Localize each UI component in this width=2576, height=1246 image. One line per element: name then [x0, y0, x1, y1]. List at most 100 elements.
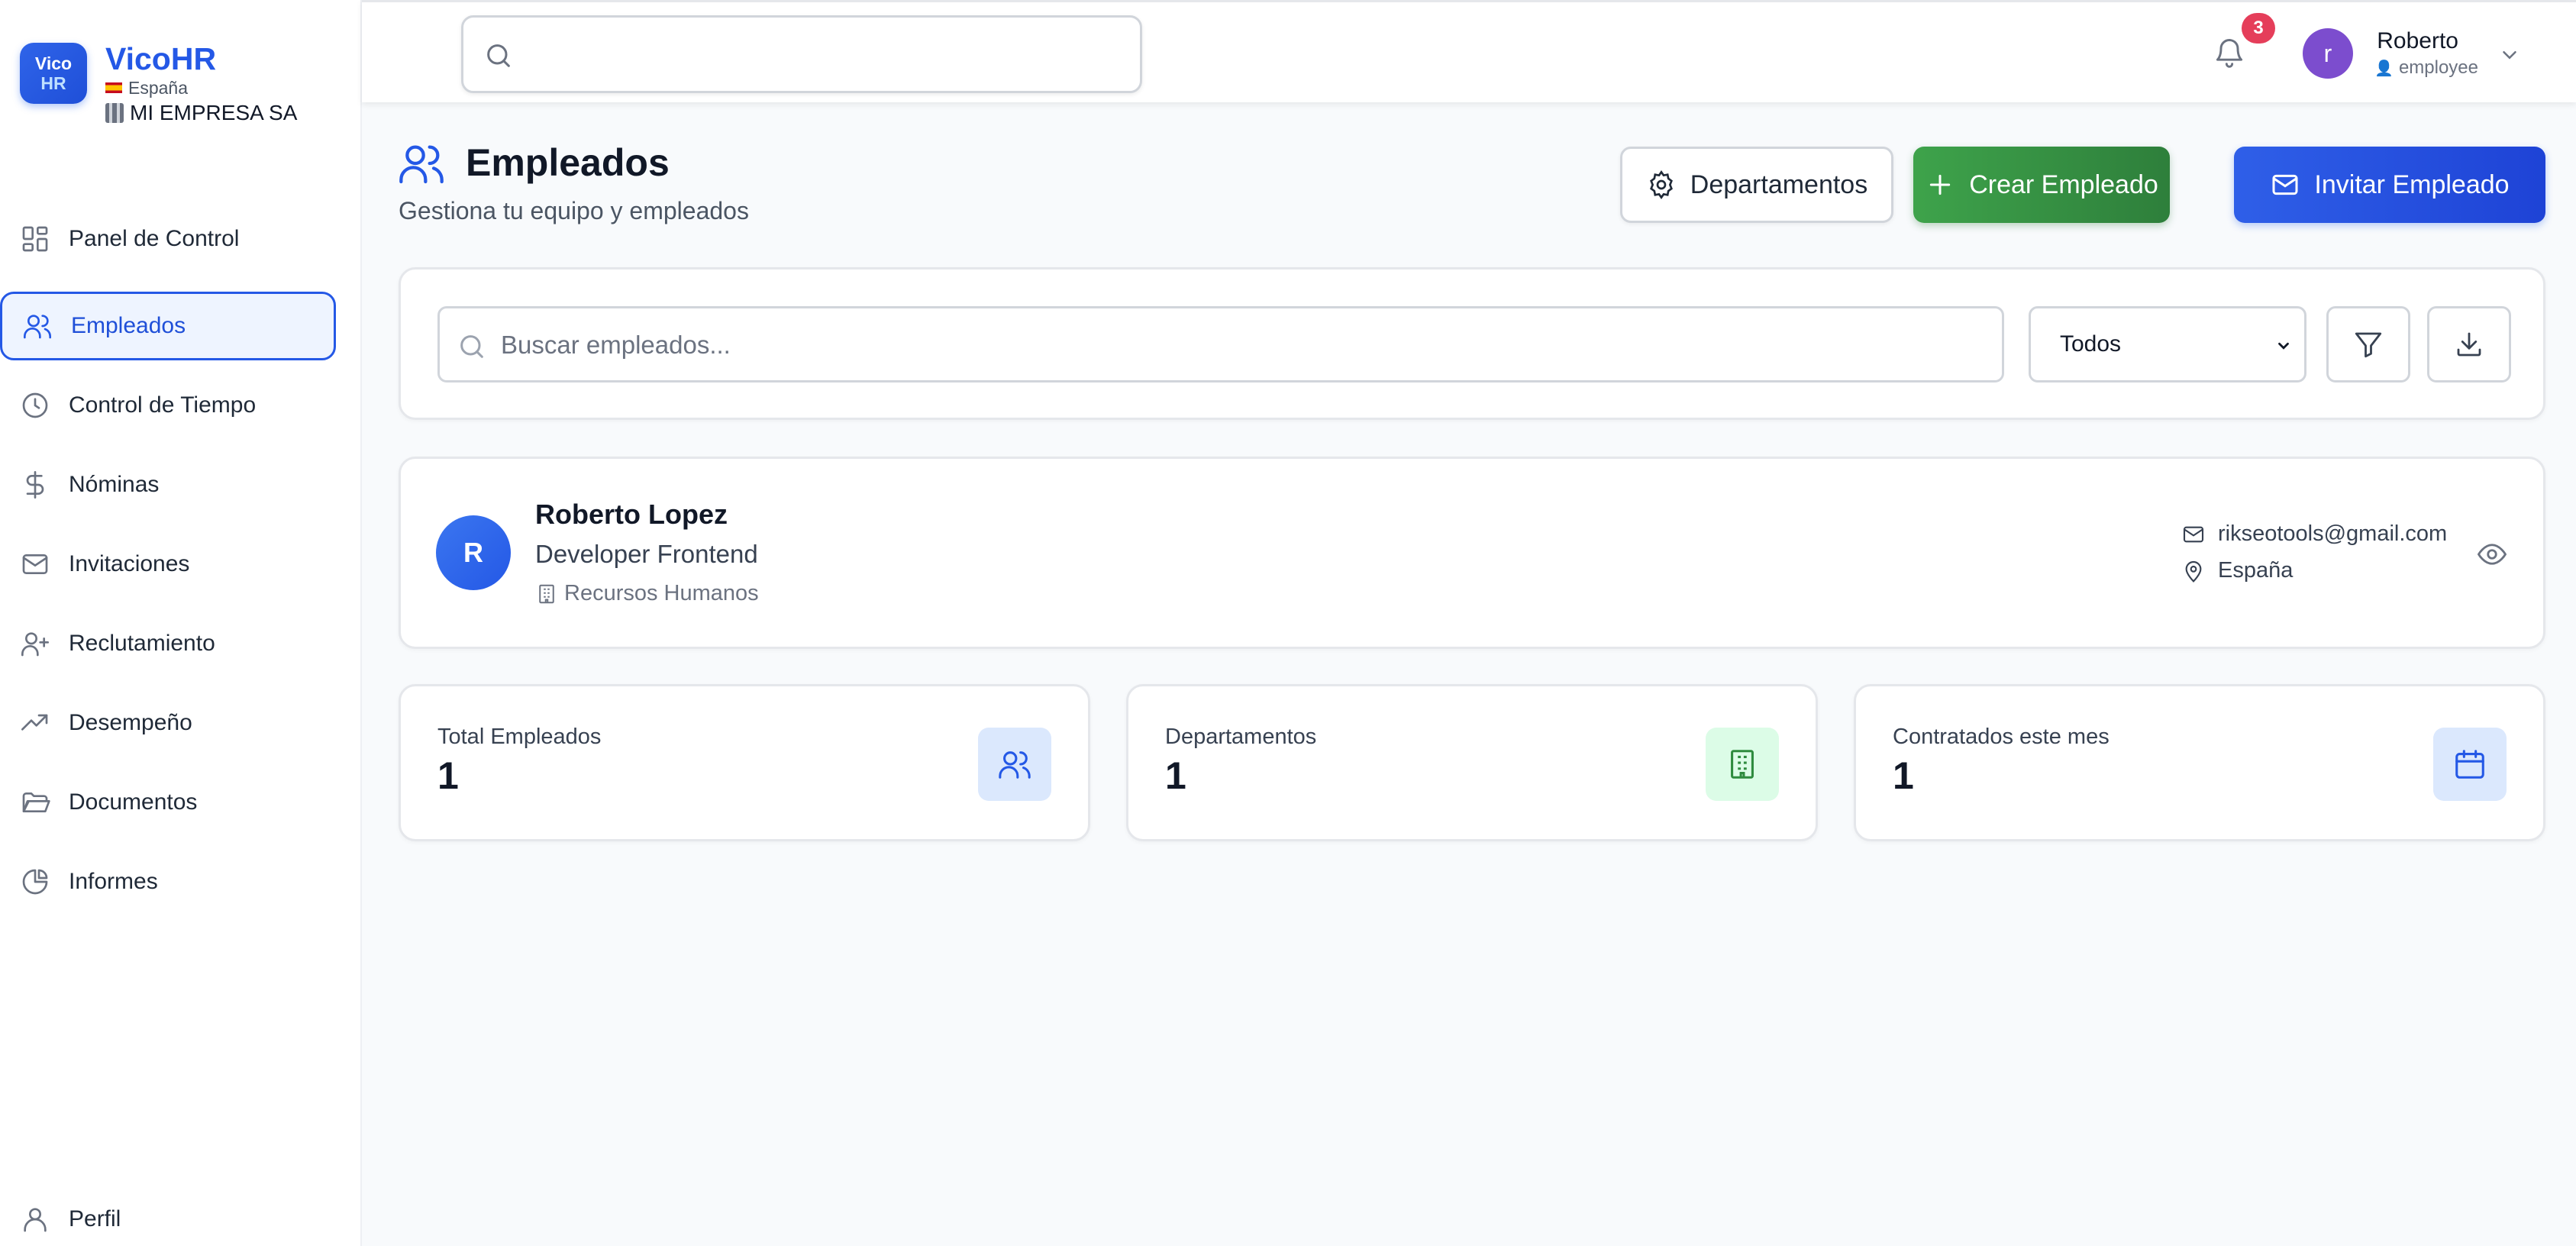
- search-icon: [487, 44, 510, 67]
- building-icon: [539, 584, 554, 603]
- employee-name: Roberto Lopez: [535, 499, 728, 530]
- sidebar-item-label: Perfil: [69, 1206, 121, 1231]
- dollar-icon: [26, 471, 44, 499]
- stat-value: 1: [1893, 754, 1914, 797]
- stat-card-departments: Departamentos 1: [1126, 684, 1818, 841]
- employee-department-label: Recursos Humanos: [564, 581, 759, 605]
- stat-card-hired-this-month: Contratados este mes 1: [1854, 684, 2545, 841]
- calendar-icon: [2455, 750, 2484, 779]
- user-plus-icon: [21, 632, 49, 657]
- sidebar-item-perfil[interactable]: Perfil: [0, 1185, 336, 1246]
- invite-employee-label: Invitar Empleado: [2314, 169, 2510, 199]
- departments-button-label: Departamentos: [1690, 169, 1868, 199]
- chevron-down-icon: [2278, 342, 2289, 350]
- brand-company: MI EMPRESA SA: [130, 101, 298, 124]
- status-select-value: Todos: [2060, 331, 2122, 357]
- users-icon: [399, 145, 444, 184]
- search-icon: [460, 335, 483, 358]
- download-button[interactable]: [2427, 306, 2511, 383]
- employee-location: España: [2181, 558, 2293, 583]
- logo-line-1: Vico: [34, 53, 73, 73]
- dashboard-icon: [22, 226, 48, 252]
- sidebar-item-label: Informes: [69, 869, 158, 894]
- spain-flag-icon: [105, 82, 122, 93]
- sidebar-item-label: Nóminas: [69, 472, 160, 497]
- sidebar-item-desempeno[interactable]: Desempeño: [0, 689, 336, 757]
- clock-icon: [22, 392, 48, 418]
- app-logo: Vico HR: [20, 43, 87, 104]
- invite-employee-button[interactable]: Invitar Empleado: [2234, 147, 2545, 223]
- office-building-icon: [105, 103, 124, 123]
- page-subtitle: Gestiona tu equipo y empleados: [399, 197, 749, 224]
- brand-name: VicoHR: [105, 41, 217, 76]
- stat-icon-box: [2433, 728, 2507, 801]
- filter-icon: [2355, 332, 2382, 358]
- sidebar-item-label: Invitaciones: [69, 551, 190, 576]
- stat-value: 1: [1165, 754, 1186, 797]
- users-icon: [24, 315, 51, 339]
- employee-email: rikseotools@gmail.com: [2181, 521, 2447, 547]
- brand-country: España: [128, 78, 189, 98]
- stat-icon-box: [1706, 728, 1779, 801]
- filter-button[interactable]: [2326, 306, 2410, 383]
- sidebar-item-empleados[interactable]: Empleados: [0, 292, 336, 360]
- mail-icon: [2272, 174, 2298, 195]
- employee-card[interactable]: R Roberto Lopez Developer Frontend Recur…: [399, 457, 2545, 649]
- plus-icon: [1930, 174, 1951, 195]
- stat-card-total-employees: Total Empleados 1: [399, 684, 1090, 841]
- sidebar-item-documentos[interactable]: Documentos: [0, 768, 336, 837]
- employee-position: Developer Frontend: [535, 540, 758, 568]
- page-title: Empleados: [466, 141, 670, 184]
- bell-icon[interactable]: [2213, 36, 2246, 69]
- sidebar-item-label: Control de Tiempo: [69, 392, 257, 418]
- eye-icon[interactable]: [2476, 538, 2508, 570]
- stat-label: Total Empleados: [437, 725, 602, 749]
- employee-search-input[interactable]: [501, 324, 1982, 366]
- building-icon: [1731, 750, 1754, 779]
- sidebar-item-informes[interactable]: Informes: [0, 847, 336, 916]
- user-icon: [24, 1208, 47, 1232]
- user-name[interactable]: Roberto: [2362, 28, 2458, 54]
- employee-location-label: España: [2218, 558, 2294, 583]
- sidebar-item-control-de-tiempo[interactable]: Control de Tiempo: [0, 371, 336, 440]
- employee-department: Recursos Humanos: [535, 581, 759, 606]
- status-select[interactable]: Todos: [2029, 306, 2306, 383]
- chevron-down-icon[interactable]: [2498, 44, 2521, 66]
- user-role-label: employee: [2398, 57, 2478, 78]
- users-icon: [999, 751, 1031, 779]
- sidebar-item-label: Documentos: [69, 789, 198, 815]
- employee-email-label: rikseotools@gmail.com: [2218, 521, 2448, 546]
- sidebar-item-nominas[interactable]: Nóminas: [0, 450, 336, 519]
- filter-card: Todos: [399, 267, 2545, 420]
- employee-avatar: R: [436, 515, 511, 590]
- sidebar-item-invitaciones[interactable]: Invitaciones: [0, 530, 336, 599]
- trending-up-icon: [21, 714, 48, 731]
- download-icon: [2457, 332, 2481, 357]
- sidebar-item-label: Reclutamiento: [69, 631, 215, 656]
- sidebar-item-reclutamiento[interactable]: Reclutamiento: [0, 609, 336, 678]
- sidebar-item-panel-de-control[interactable]: Panel de Control: [0, 205, 336, 273]
- top-bar: 3 r Roberto 👤 employee: [362, 0, 2576, 102]
- stat-label: Departamentos: [1165, 725, 1317, 749]
- map-pin-icon: [2185, 560, 2202, 583]
- sidebar: Vico HR VicoHR España MI EMPRESA SA Pane…: [0, 0, 362, 1246]
- sidebar-item-label: Desempeño: [69, 710, 192, 735]
- brand-company-row: MI EMPRESA SA: [105, 99, 297, 127]
- employee-search: [437, 306, 2004, 383]
- global-search-input[interactable]: [461, 15, 1142, 93]
- departments-button[interactable]: Departamentos: [1620, 147, 1893, 223]
- brand[interactable]: Vico HR VicoHR España MI EMPRESA SA: [20, 41, 297, 127]
- user-avatar[interactable]: r: [2303, 28, 2353, 79]
- mail-icon: [2183, 526, 2204, 542]
- create-employee-button[interactable]: Crear Empleado: [1913, 147, 2170, 223]
- logo-line-2: HR: [40, 73, 66, 93]
- mail-icon: [22, 554, 48, 574]
- sidebar-item-label: Panel de Control: [69, 226, 240, 251]
- gear-icon: [1649, 169, 1673, 200]
- user-icon: 👤: [2374, 60, 2394, 77]
- stat-value: 1: [437, 754, 459, 797]
- stat-label: Contratados este mes: [1893, 725, 2110, 749]
- brand-country-row: España: [105, 76, 297, 99]
- sidebar-item-label: Empleados: [71, 313, 186, 338]
- notification-badge: 3: [2242, 13, 2275, 44]
